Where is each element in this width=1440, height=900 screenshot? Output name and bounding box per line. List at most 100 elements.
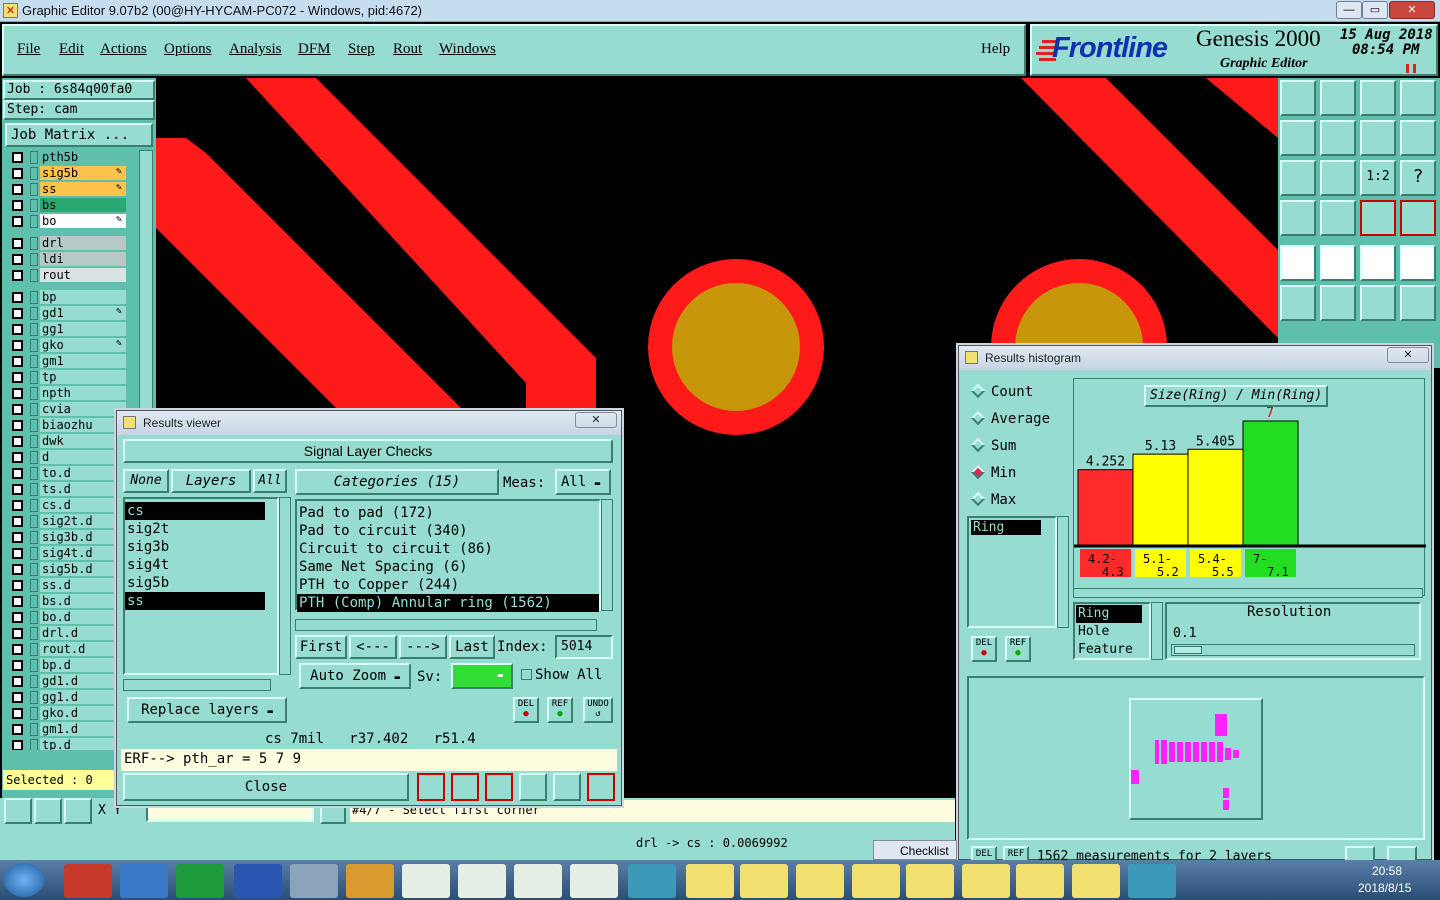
layer-affected-toggle[interactable]	[30, 627, 38, 640]
taskbar-genesis-7-icon[interactable]	[1016, 864, 1064, 898]
feature-list[interactable]: Ring Hole Feature	[1073, 602, 1151, 660]
app-icon[interactable]: ✕	[3, 3, 18, 18]
layer-affected-toggle[interactable]	[30, 371, 38, 384]
first-button[interactable]: First	[295, 635, 347, 659]
layer-checkbox[interactable]	[12, 152, 23, 163]
layer-checkbox[interactable]	[12, 216, 23, 227]
taskbar-genesis-1-icon[interactable]	[686, 864, 734, 898]
layer-checkbox[interactable]	[12, 372, 23, 383]
layer-row[interactable]: sig2t.d	[6, 514, 126, 529]
layer-affected-toggle[interactable]	[30, 323, 38, 336]
layer-result-list[interactable]: cs sig2t sig3b sig4t sig5b ss	[123, 497, 279, 675]
rv-tool-1-icon[interactable]	[417, 773, 445, 801]
zoom-fit-icon[interactable]	[1280, 160, 1316, 196]
layer-checkbox[interactable]	[12, 324, 23, 335]
layer-affected-toggle[interactable]	[30, 307, 38, 320]
menu-file[interactable]: File	[17, 41, 40, 58]
job-matrix-button[interactable]: Job Matrix ...	[5, 123, 153, 147]
layer-checkbox[interactable]	[12, 468, 23, 479]
results-close-button[interactable]: Close	[123, 773, 409, 801]
layer-checkbox[interactable]	[12, 596, 23, 607]
layer-checkbox[interactable]	[12, 436, 23, 447]
layer-checkbox[interactable]	[12, 388, 23, 399]
measure-icon[interactable]	[34, 798, 62, 824]
next-button[interactable]: --->	[399, 635, 447, 659]
layer-affected-toggle[interactable]	[30, 595, 38, 608]
layer-affected-toggle[interactable]	[30, 675, 38, 688]
help-icon[interactable]: ?	[1400, 160, 1436, 196]
layer-result-item[interactable]: sig2t	[125, 520, 265, 538]
tool-16-icon[interactable]	[1400, 200, 1436, 236]
layer-row[interactable]: gg1	[6, 322, 126, 337]
tool-3-icon[interactable]	[1360, 80, 1396, 116]
results-viewer-close-icon[interactable]: ✕	[575, 412, 617, 428]
layer-row[interactable]: rout	[6, 268, 126, 283]
layer-checkbox[interactable]	[12, 628, 23, 639]
menu-analysis[interactable]: Analysis	[229, 41, 282, 58]
taskbar-app-11-icon[interactable]	[628, 864, 676, 898]
taskbar-frontline-icon[interactable]	[176, 864, 224, 898]
layer-affected-toggle[interactable]	[30, 151, 38, 164]
layer-row[interactable]: gd1.d	[6, 674, 126, 689]
layer-checkbox[interactable]	[12, 660, 23, 671]
rv-tool-4-icon[interactable]	[519, 773, 547, 801]
layer-affected-toggle[interactable]	[30, 355, 38, 368]
layer-row[interactable]: cvia	[6, 402, 126, 417]
layer-affected-toggle[interactable]	[30, 483, 38, 496]
layer-row[interactable]: sig4t.d	[6, 546, 126, 561]
taskbar-excel-4-icon[interactable]	[570, 864, 618, 898]
layer-row[interactable]: npth	[6, 386, 126, 401]
category-item[interactable]: PTH to Copper (244)	[297, 576, 599, 594]
layer-row[interactable]: ts.d	[6, 482, 126, 497]
histogram-bar[interactable]	[1077, 469, 1134, 546]
layer-row[interactable]: sig3b.d	[6, 530, 126, 545]
feature-item[interactable]: Ring	[1076, 605, 1142, 623]
histogram-bar[interactable]	[1187, 448, 1244, 546]
taskbar-app-20-icon[interactable]	[1128, 864, 1176, 898]
all-layers-button[interactable]: All	[253, 469, 287, 493]
replace-layers-select[interactable]: Replace layers ▬	[127, 697, 287, 723]
layer-row[interactable]: biaozhu	[6, 418, 126, 433]
menu-rout[interactable]: Rout	[393, 41, 422, 58]
layer-row[interactable]: bs	[6, 198, 126, 213]
taskbar-genesis-8-icon[interactable]	[1072, 864, 1120, 898]
pan-icon[interactable]	[1320, 160, 1356, 196]
taskbar-genesis-6-icon[interactable]	[962, 864, 1010, 898]
layer-checkbox[interactable]	[12, 308, 23, 319]
layer-affected-toggle[interactable]	[30, 339, 38, 352]
aggregate-option-min[interactable]: Min	[970, 464, 1016, 485]
layer-result-item[interactable]: cs	[125, 502, 265, 520]
feature-item[interactable]: Hole	[1076, 623, 1142, 641]
layer-affected-toggle[interactable]	[30, 403, 38, 416]
close-button[interactable]: ✕	[1389, 1, 1435, 19]
layer-checkbox[interactable]	[12, 500, 23, 511]
layer-row[interactable]: d	[6, 450, 126, 465]
layer-checkbox[interactable]	[12, 708, 23, 719]
categories-button[interactable]: Categories (15)	[295, 469, 499, 495]
layer-checkbox[interactable]	[12, 644, 23, 655]
layer-affected-toggle[interactable]	[30, 643, 38, 656]
tool-18-icon[interactable]	[1320, 245, 1356, 281]
layer-affected-toggle[interactable]	[30, 199, 38, 212]
layer-checkbox[interactable]	[12, 724, 23, 735]
tool-7-icon[interactable]	[1360, 120, 1396, 156]
taskbar-shell-icon[interactable]	[346, 864, 394, 898]
layer-checkbox[interactable]	[12, 200, 23, 211]
tool-2-icon[interactable]	[1320, 80, 1356, 116]
tool-23-icon[interactable]	[1360, 285, 1396, 321]
layer-affected-toggle[interactable]	[30, 579, 38, 592]
layer-checkbox[interactable]	[12, 740, 23, 750]
layer-checkbox[interactable]	[12, 484, 23, 495]
rv-tool-3-icon[interactable]	[485, 773, 513, 801]
layer-row[interactable]: pth5b	[6, 150, 126, 165]
layer-affected-toggle[interactable]	[30, 739, 38, 750]
layer-list-hscroll[interactable]	[123, 679, 271, 691]
layer-checkbox[interactable]	[12, 532, 23, 543]
layer-affected-toggle[interactable]	[30, 467, 38, 480]
layer-checkbox[interactable]	[12, 356, 23, 367]
layer-affected-toggle[interactable]	[30, 611, 38, 624]
show-all-checkbox[interactable]	[521, 669, 532, 680]
category-item[interactable]: Pad to circuit (340)	[297, 522, 599, 540]
layer-row[interactable]: rout.d	[6, 642, 126, 657]
checklist-window[interactable]: Checklist	[873, 840, 957, 860]
